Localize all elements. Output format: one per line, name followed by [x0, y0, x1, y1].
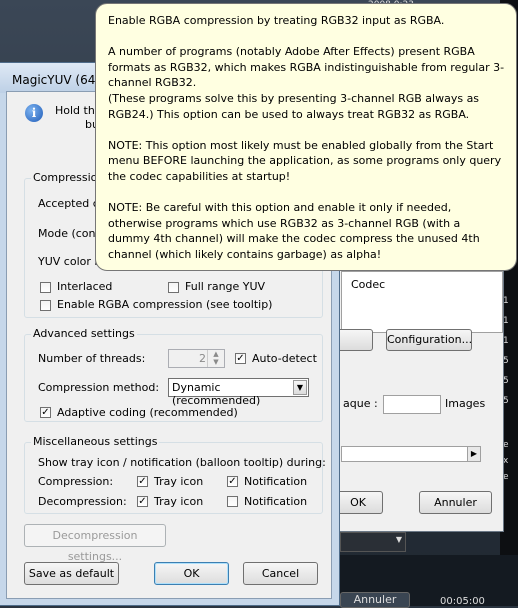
decomp-tray-label: Tray icon — [154, 495, 204, 508]
images-label: Images — [445, 397, 486, 410]
auto-detect-checkbox[interactable]: ✓ — [235, 353, 246, 364]
threads-value: 2 — [199, 352, 206, 365]
decompression-row-label: Decompression: — [38, 495, 127, 508]
decomp-tray-checkbox[interactable]: ✓ — [137, 496, 148, 507]
aque-input[interactable] — [383, 395, 441, 414]
chevron-down-icon[interactable]: ▼ — [293, 380, 307, 395]
horizontal-scrollbar[interactable]: ▶ — [341, 446, 481, 462]
adaptive-coding-label: Adaptive coding (recommended) — [57, 406, 238, 419]
ok-button[interactable]: OK — [154, 562, 229, 585]
configuration-button[interactable]: Configuration... — [386, 329, 472, 351]
tooltip-paragraph-3: NOTE: This option most likely must be en… — [108, 138, 502, 183]
full-range-checkbox[interactable] — [168, 282, 179, 293]
save-as-default-button[interactable]: Save as default — [24, 562, 119, 585]
comp-tray-label: Tray icon — [154, 475, 204, 488]
method-label: Compression method: — [38, 381, 160, 394]
dialog-title: MagicYUV (64 b — [12, 73, 107, 87]
bg-annuler-button[interactable]: Annuler — [419, 491, 492, 514]
info-icon: i — [25, 104, 43, 122]
interlaced-checkbox[interactable] — [40, 282, 51, 293]
spinner-arrows-icon[interactable]: ▲ ▼ — [207, 350, 224, 367]
tooltip-paragraph-4: NOTE: Be careful with this option and en… — [108, 201, 480, 261]
bg-dark-dropdown[interactable]: ▼ — [340, 532, 406, 552]
decomp-notif-label: Notification — [244, 495, 308, 508]
codec-list-item: Codec — [351, 278, 386, 291]
interlaced-label: Interlaced — [57, 280, 113, 293]
enable-rgba-checkbox[interactable] — [40, 300, 51, 311]
bg-ok-button[interactable]: OK — [333, 491, 383, 514]
enable-rgba-label: Enable RGBA compression (see tooltip) — [57, 298, 273, 311]
auto-detect-label: Auto-detect — [252, 352, 317, 365]
misc-group-title: Miscellaneous settings — [31, 435, 160, 448]
full-range-label: Full range YUV — [185, 280, 266, 293]
aque-label: aque : — [343, 397, 378, 410]
decompression-settings-button[interactable]: Decompression settings... — [24, 524, 166, 563]
misc-settings-group: Miscellaneous settings Show tray icon / … — [24, 435, 326, 514]
chevron-down-icon: ▼ — [395, 535, 402, 544]
rgba-tooltip-balloon: Enable RGBA compression by treating RGB3… — [95, 3, 517, 271]
tooltip-paragraph-2b: (These programs solve this by presenting… — [108, 91, 480, 121]
compression-row-label: Compression: — [38, 475, 114, 488]
threads-spinner[interactable]: 2 ▲ ▼ — [168, 349, 225, 368]
advanced-settings-group: Advanced settings Number of threads: 2 ▲… — [24, 327, 323, 422]
comp-tray-checkbox[interactable]: ✓ — [137, 476, 148, 487]
compression-method-value: Dynamic (recommended) — [172, 381, 261, 407]
background-codec-window: Codec Configuration... aque : Images ▶ O… — [330, 240, 504, 532]
advanced-group-title: Advanced settings — [31, 327, 137, 340]
comp-notif-label: Notification — [244, 475, 308, 488]
threads-label: Number of threads: — [38, 352, 146, 365]
bg-time-text: 00:05:00 — [440, 596, 485, 607]
decomp-notif-checkbox[interactable] — [227, 496, 238, 507]
scroll-right-icon[interactable]: ▶ — [467, 447, 480, 461]
compression-method-select[interactable]: Dynamic (recommended) ▼ — [168, 378, 309, 407]
tooltip-paragraph-1: Enable RGBA compression by treating RGB3… — [108, 14, 445, 27]
tooltip-paragraph-2a: A number of programs (notably Adobe Afte… — [108, 45, 505, 90]
cancel-button[interactable]: Cancel — [243, 562, 318, 585]
comp-notif-checkbox[interactable]: ✓ — [227, 476, 238, 487]
show-tray-label: Show tray icon / notification (balloon t… — [38, 456, 326, 469]
adaptive-coding-checkbox[interactable]: ✓ — [40, 407, 51, 418]
